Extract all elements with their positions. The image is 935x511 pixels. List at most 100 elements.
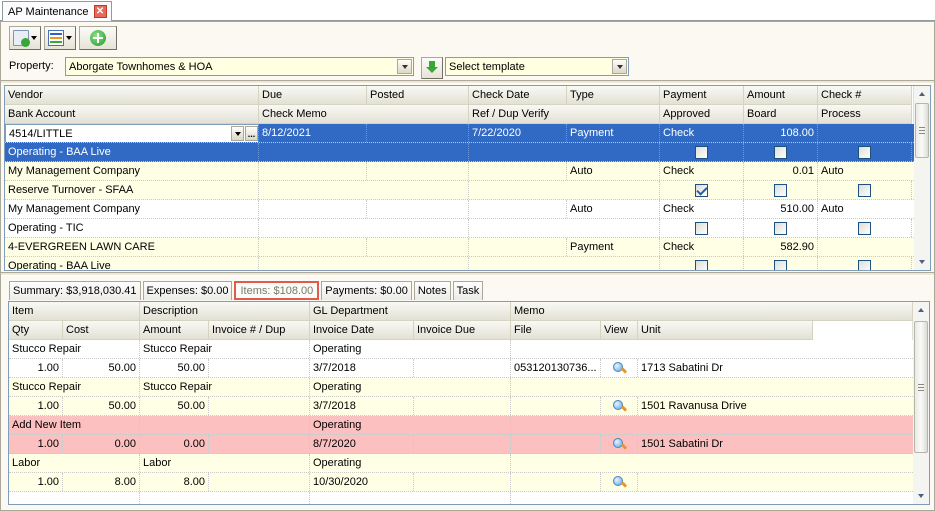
column-header[interactable]: Check Memo (259, 105, 469, 123)
magnifier-icon[interactable] (612, 399, 626, 413)
tab-items[interactable]: Items: $108.00 (234, 281, 320, 300)
payables-scrollbar[interactable] (913, 86, 930, 270)
magnifier-icon[interactable] (612, 475, 626, 489)
column-header[interactable]: Invoice Date (310, 321, 414, 339)
column-header[interactable]: File (511, 321, 601, 339)
board-checkbox[interactable] (774, 183, 787, 197)
scroll-up-button[interactable] (914, 86, 930, 102)
column-header[interactable]: Invoice Due (414, 321, 511, 339)
board-cell (744, 143, 818, 161)
process-checkbox[interactable] (858, 221, 871, 235)
add-button[interactable] (79, 26, 117, 50)
document-approve-button[interactable] (9, 26, 41, 50)
apply-template-button[interactable] (421, 57, 443, 79)
vendor-cell[interactable]: 4514/LITTLE... (5, 124, 259, 142)
table-row[interactable]: 1.00 50.00 50.00 3/7/2018 1501 Ravanusa Driv… (9, 397, 913, 416)
grip-icon (919, 127, 925, 134)
column-header[interactable]: Item (9, 302, 140, 320)
column-header[interactable]: Process (818, 105, 912, 123)
scroll-up-button[interactable] (913, 302, 929, 318)
column-header[interactable]: Board (744, 105, 818, 123)
approved-checkbox[interactable] (695, 259, 708, 270)
board-checkbox[interactable] (774, 221, 787, 235)
column-header[interactable]: Type (567, 86, 660, 104)
column-header[interactable]: Bank Account (5, 105, 259, 123)
column-header[interactable]: Approved (660, 105, 744, 123)
column-header[interactable]: Unit (638, 321, 813, 339)
tab-payments[interactable]: Payments: $0.00 (321, 281, 412, 300)
table-row[interactable]: Reserve Turnover - SFAA (5, 181, 914, 200)
amount-cell: 8.00 (140, 473, 209, 491)
scroll-thumb[interactable] (914, 321, 928, 453)
process-checkbox[interactable] (858, 145, 871, 159)
column-header[interactable]: Invoice # / Dup (209, 321, 310, 339)
column-header[interactable]: Amount (140, 321, 209, 339)
table-row[interactable]: Labor Labor Operating (9, 454, 913, 473)
property-dropdown-button[interactable] (397, 59, 412, 74)
tab-task[interactable]: Task (452, 281, 484, 300)
property-select[interactable]: Aborgate Townhomes & HOA (65, 57, 414, 76)
table-row[interactable]: My Management Company Auto Check 0.01 Auto (5, 162, 914, 181)
board-checkbox[interactable] (774, 259, 787, 270)
view-cell[interactable] (601, 359, 638, 377)
view-cell[interactable] (601, 473, 638, 491)
column-header[interactable]: Qty (9, 321, 63, 339)
table-row[interactable]: 1.00 8.00 8.00 10/30/2020 (9, 473, 913, 492)
column-header[interactable]: Memo (511, 302, 913, 320)
process-checkbox[interactable] (858, 259, 871, 270)
unit-cell-text: 1501 Ravanusa Drive (641, 400, 747, 412)
table-row[interactable]: Operating - TIC (5, 219, 914, 238)
scroll-thumb[interactable] (915, 103, 929, 158)
table-row[interactable]: Operating - BAA Live (5, 143, 914, 162)
process-checkbox[interactable] (858, 183, 871, 197)
approved-checkbox[interactable] (695, 221, 708, 235)
table-row[interactable]: 1.00 0.00 0.00 8/7/2020 1501 Sabatini Dr (9, 435, 913, 454)
invoice-date-cell: 8/7/2020 (310, 435, 414, 453)
template-select[interactable]: Select template (445, 57, 629, 76)
board-checkbox[interactable] (774, 145, 787, 159)
tab-ap-maintenance[interactable]: AP Maintenance ✕ (2, 1, 112, 21)
table-row[interactable]: Operating - BAA Live (5, 257, 914, 270)
layout-button[interactable] (44, 26, 76, 50)
approved-checkbox[interactable] (695, 183, 708, 197)
column-header[interactable]: GL Department (310, 302, 511, 320)
column-header[interactable]: Cost (63, 321, 140, 339)
view-cell[interactable] (601, 397, 638, 415)
tab-summary[interactable]: Summary: $3,918,030.41 (9, 281, 141, 300)
table-row[interactable]: My Management Company Auto Check 510.00 Auto (5, 200, 914, 219)
approved-checkbox[interactable] (695, 145, 708, 159)
empty-row[interactable] (9, 492, 913, 504)
scroll-down-button[interactable] (913, 488, 929, 504)
vendor-dropdown-button[interactable] (231, 126, 244, 141)
column-header-text: Due (262, 89, 283, 101)
column-header[interactable]: Payment (660, 86, 744, 104)
column-header[interactable]: Due (259, 86, 367, 104)
table-row[interactable]: 4514/LITTLE... 8/12/2021 7/22/2020 Payment C… (5, 124, 914, 143)
splitter[interactable] (1, 272, 934, 276)
template-dropdown-button[interactable] (612, 59, 627, 74)
column-header[interactable]: View (601, 321, 638, 339)
magnifier-icon[interactable] (612, 361, 626, 375)
scroll-down-button[interactable] (914, 254, 930, 270)
view-cell[interactable] (601, 435, 638, 453)
tab-notes[interactable]: Notes (413, 281, 451, 300)
column-header[interactable]: Posted (367, 86, 469, 104)
column-header[interactable]: Check Date (469, 86, 567, 104)
table-row[interactable]: 1.00 50.00 50.00 3/7/2018 053120130736... 171… (9, 359, 913, 378)
table-row[interactable]: 4-EVERGREEN LAWN CARE Payment Check 582.90 (5, 238, 914, 257)
magnifier-icon[interactable] (612, 437, 626, 451)
file-cell (511, 435, 601, 453)
column-header[interactable]: Description (140, 302, 310, 320)
column-header[interactable]: Ref / Dup Verify (469, 105, 660, 123)
tab-expenses[interactable]: Expenses: $0.00 (142, 281, 233, 300)
column-header[interactable]: Amount (744, 86, 818, 104)
vendor-input[interactable]: 4514/LITTLE... (5, 124, 258, 142)
column-header[interactable]: Vendor (5, 86, 259, 104)
vendor-lookup-button[interactable]: ... (245, 126, 258, 141)
column-header[interactable]: Check # (818, 86, 912, 104)
table-row[interactable]: Stucco Repair Stucco Repair Operating (9, 340, 913, 359)
close-icon[interactable]: ✕ (93, 5, 107, 18)
items-scrollbar[interactable] (912, 302, 929, 504)
table-row[interactable]: Add New Item Operating (9, 416, 913, 435)
table-row[interactable]: Stucco Repair Stucco Repair Operating (9, 378, 913, 397)
